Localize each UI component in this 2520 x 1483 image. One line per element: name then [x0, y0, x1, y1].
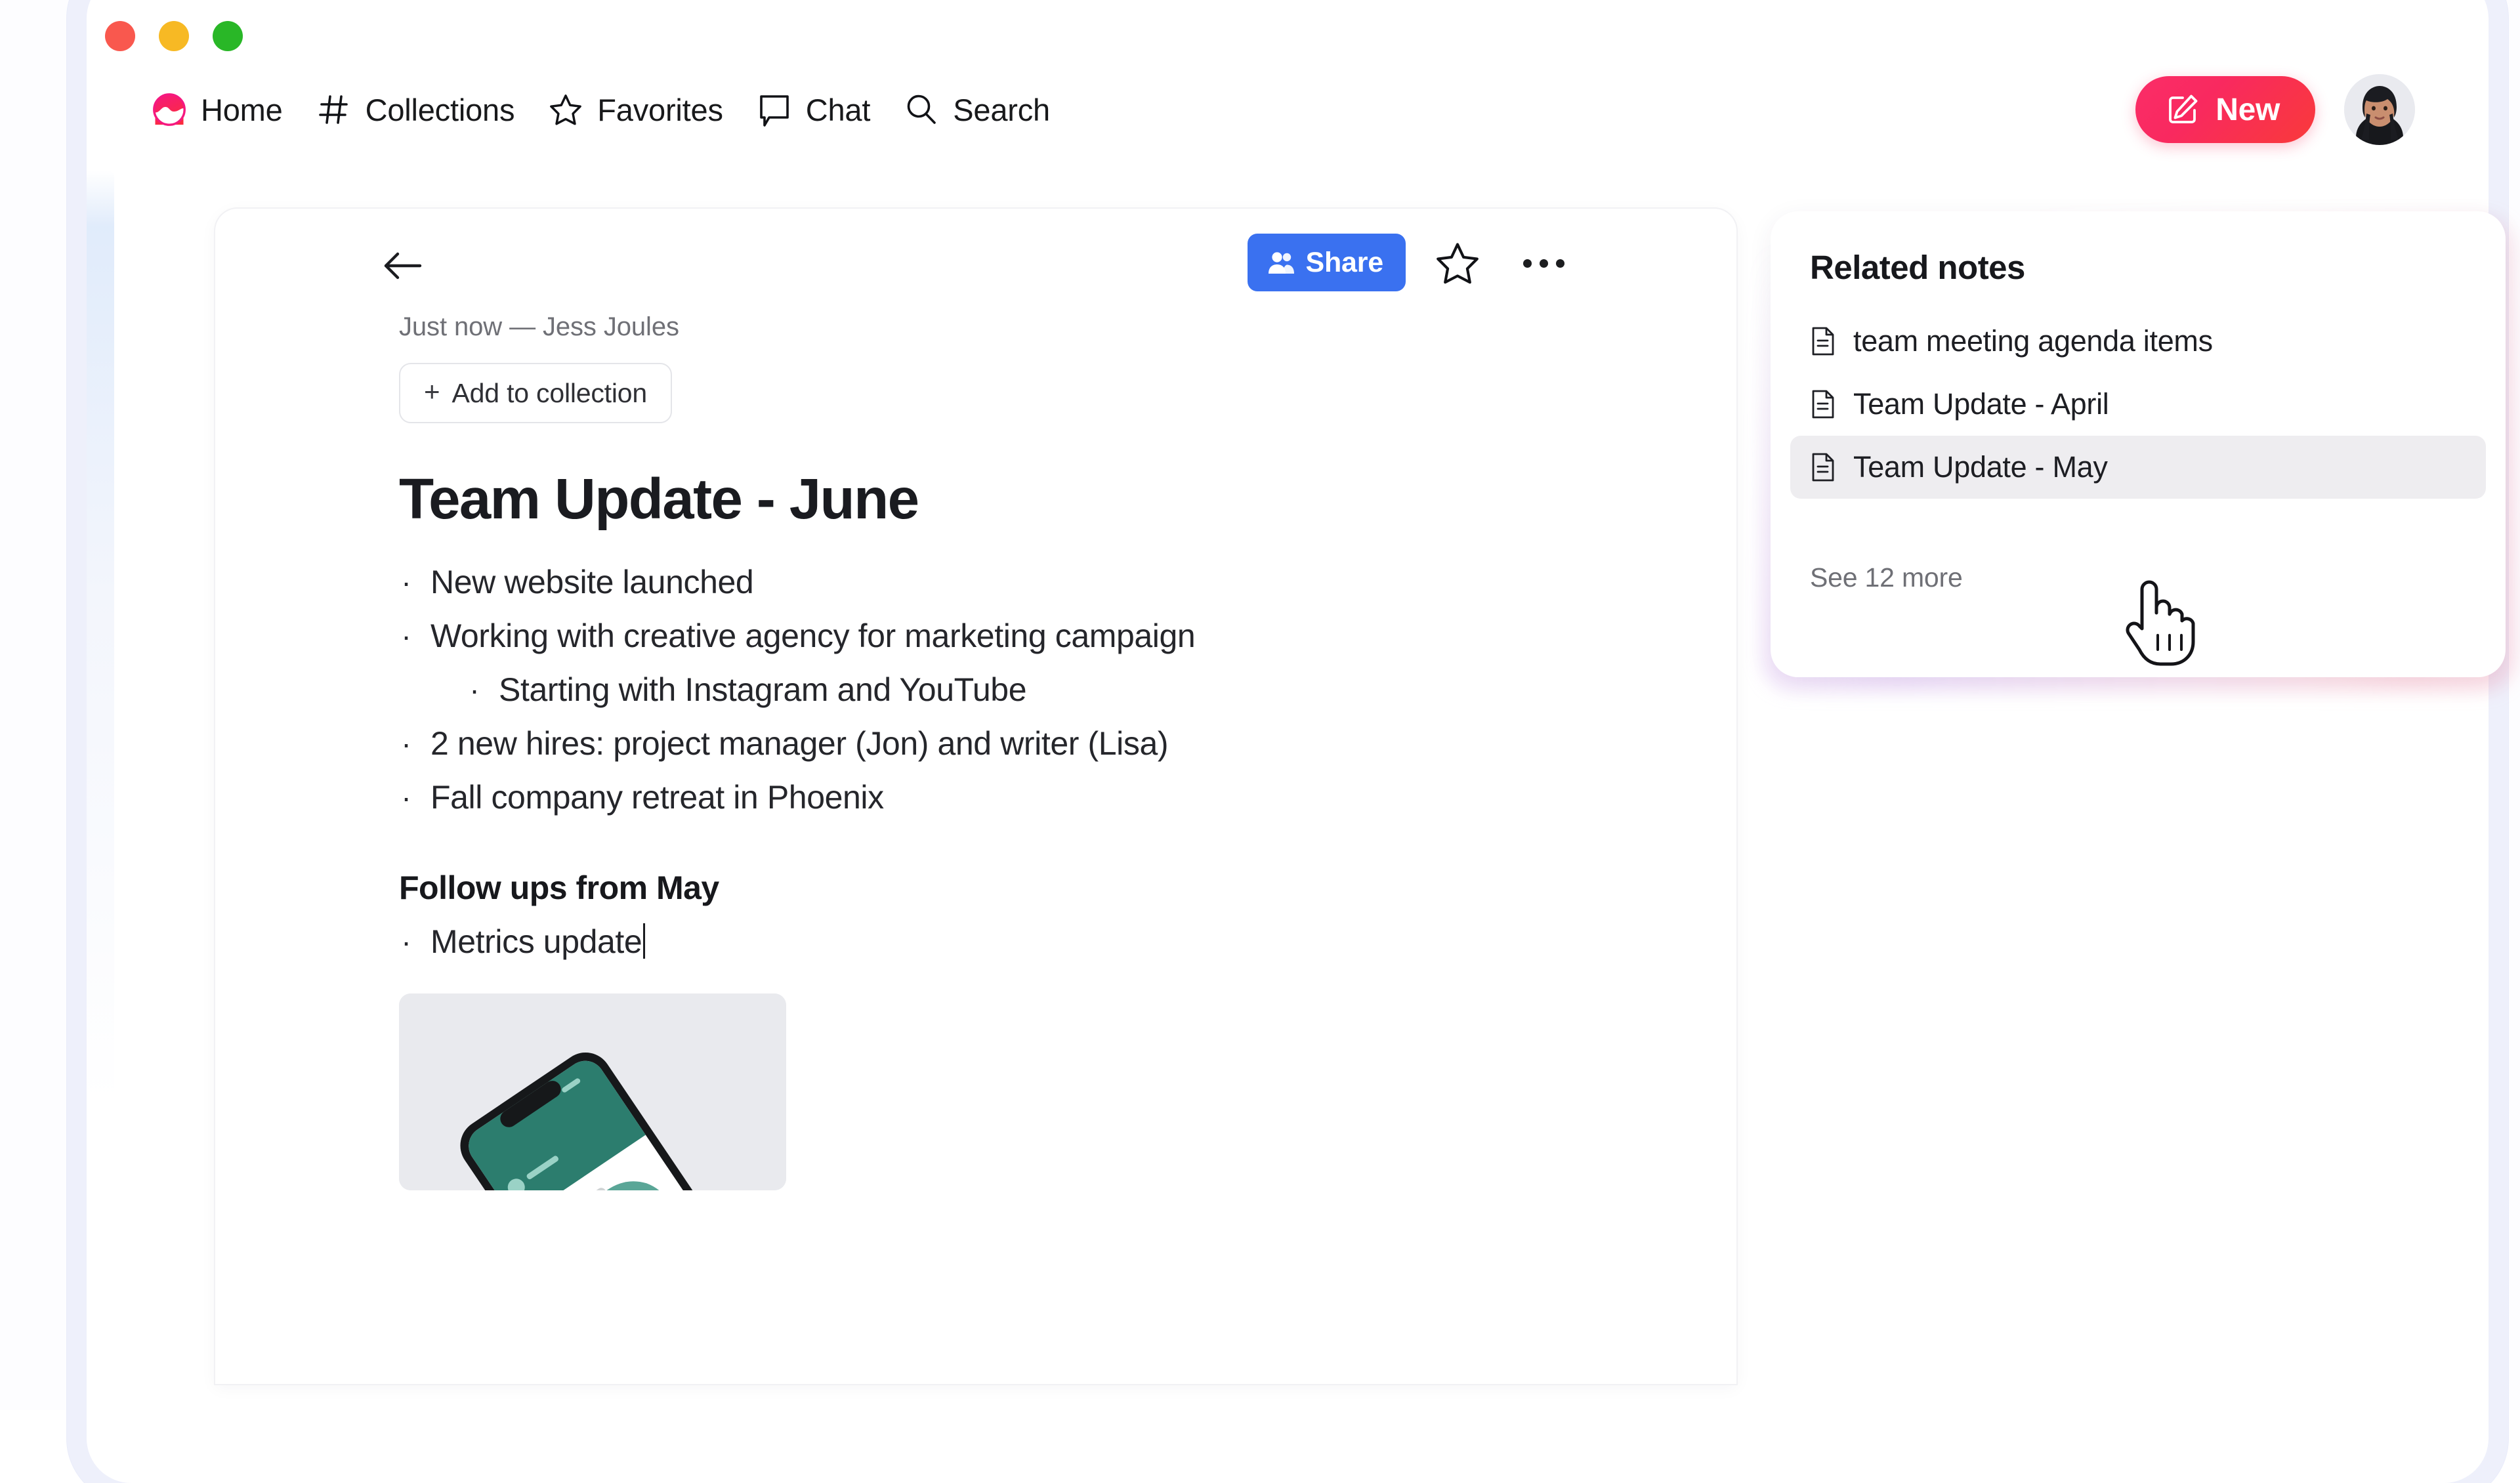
note-bullet-text: 2 new hires: project manager (Jon) and w…: [430, 723, 1168, 764]
note-bullet[interactable]: · Metrics update: [399, 921, 1697, 962]
new-button[interactable]: New: [2135, 76, 2315, 143]
bullet-dot-icon: ·: [399, 562, 413, 602]
star-icon: [549, 93, 583, 127]
nav-label-favorites: Favorites: [597, 92, 723, 128]
ellipsis-dot: [1540, 259, 1548, 268]
note-bullet-text: Working with creative agency for marketi…: [430, 616, 1195, 656]
related-note-label: team meeting agenda items: [1853, 324, 2213, 358]
back-button[interactable]: [379, 247, 425, 285]
followups-heading[interactable]: Follow ups from May: [399, 869, 1697, 907]
related-notes-list: team meeting agenda items Team Update - …: [1790, 310, 2486, 499]
note-toolbar: Share: [215, 209, 1736, 308]
nav-item-chat[interactable]: Chat: [757, 92, 870, 128]
home-logo-icon: [152, 93, 186, 127]
favorite-star-button[interactable]: [1435, 240, 1480, 286]
text-caret: [643, 923, 645, 959]
plus-icon: +: [424, 378, 440, 406]
app-window: Home Collections Favorites: [87, 0, 2488, 1483]
window-zoom-button[interactable]: [213, 21, 243, 51]
related-note-label: Team Update - May: [1853, 450, 2108, 484]
note-metadata: Just now — Jess Joules: [399, 312, 1697, 342]
followups-bullet-list: · Metrics update: [399, 921, 1697, 962]
note-bullet-text: Fall company retreat in Phoenix: [430, 777, 884, 818]
note-body[interactable]: Just now — Jess Joules + Add to collecti…: [399, 312, 1697, 1384]
nav-item-home[interactable]: Home: [152, 92, 283, 128]
related-notes-title: Related notes: [1810, 248, 2025, 287]
nav-item-search[interactable]: Search: [904, 92, 1050, 128]
see-more-link[interactable]: See 12 more: [1810, 562, 1963, 593]
hash-icon: [317, 93, 351, 127]
note-title[interactable]: Team Update - June: [399, 470, 1697, 528]
attachment-image[interactable]: [399, 993, 786, 1190]
document-icon: [1810, 326, 1836, 356]
bullet-dot-icon: ·: [399, 723, 413, 764]
bullet-dot-icon: ·: [399, 616, 413, 656]
share-button[interactable]: Share: [1248, 234, 1406, 291]
related-notes-panel: Related notes team meeting agenda items: [1771, 211, 2506, 677]
more-options-button[interactable]: [1519, 241, 1568, 285]
add-to-collection-label: Add to collection: [452, 378, 647, 409]
new-button-label: New: [2216, 92, 2280, 128]
document-icon: [1810, 389, 1836, 419]
note-bullet-nested[interactable]: · Starting with Instagram and YouTube: [467, 669, 1697, 710]
note-bullet-text: Starting with Instagram and YouTube: [499, 669, 1026, 710]
related-note-item-active[interactable]: Team Update - May: [1790, 436, 2486, 499]
nav-label-home: Home: [201, 92, 283, 128]
document-icon: [1810, 452, 1836, 482]
note-bullet-list: · New website launched · Working with cr…: [399, 562, 1697, 818]
window-titlebar: [87, 0, 2488, 66]
share-button-label: Share: [1305, 247, 1383, 279]
nav-label-chat: Chat: [806, 92, 870, 128]
note-bullet-text: New website launched: [430, 562, 753, 602]
bullet-dot-icon: ·: [467, 669, 482, 710]
related-note-item[interactable]: team meeting agenda items: [1790, 310, 2486, 373]
nav-item-favorites[interactable]: Favorites: [549, 92, 723, 128]
avatar[interactable]: [2344, 74, 2415, 145]
top-navigation-bar: Home Collections Favorites: [87, 67, 2488, 152]
pencil-square-icon: [2166, 93, 2200, 127]
bullet-dot-icon: ·: [399, 777, 413, 818]
chat-bubble-icon: [757, 93, 791, 127]
collapsed-sidebar-rail[interactable]: [87, 171, 114, 1102]
ellipsis-dot: [1556, 259, 1564, 268]
people-icon: [1266, 247, 1296, 278]
followup-bullet-text: Metrics update: [430, 923, 642, 960]
related-note-label: Team Update - April: [1853, 387, 2109, 421]
note-bullet[interactable]: · New website launched: [399, 562, 1697, 602]
note-bullet[interactable]: · Fall company retreat in Phoenix: [399, 777, 1697, 818]
window-close-button[interactable]: [105, 21, 135, 51]
note-bullet[interactable]: · Working with creative agency for marke…: [399, 616, 1697, 656]
note-bullet[interactable]: · 2 new hires: project manager (Jon) and…: [399, 723, 1697, 764]
add-to-collection-button[interactable]: + Add to collection: [399, 363, 672, 423]
nav-label-search: Search: [953, 92, 1050, 128]
nav-label-collections: Collections: [366, 92, 515, 128]
note-editor-card: Share Just now — Jess Joules + Add to co…: [215, 209, 1736, 1384]
note-bullet-text: Metrics update: [430, 921, 645, 962]
bullet-dot-icon: ·: [399, 921, 413, 962]
related-note-item[interactable]: Team Update - April: [1790, 373, 2486, 436]
window-minimize-button[interactable]: [159, 21, 189, 51]
nav-item-collections[interactable]: Collections: [317, 92, 515, 128]
search-icon: [904, 93, 938, 127]
ellipsis-dot: [1523, 259, 1532, 268]
